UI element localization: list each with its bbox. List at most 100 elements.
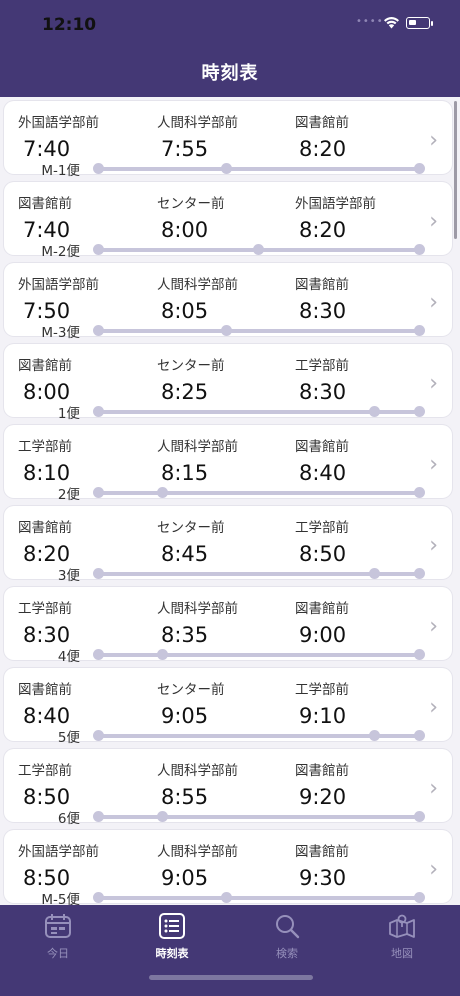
- tab-map[interactable]: 地図: [367, 913, 437, 961]
- route-progress-track: [92, 649, 425, 660]
- departure-time: 9:05: [161, 704, 209, 728]
- tab-today[interactable]: 今日: [23, 913, 93, 961]
- calendar-icon: [44, 913, 72, 939]
- departure-time: 8:30: [299, 380, 347, 404]
- trip-card[interactable]: 外国語学部前 8:50 人間科学部前 9:05 図書館前 9:30 M-5便 ›: [4, 830, 452, 905]
- trip-card[interactable]: 外国語学部前 7:40 人間科学部前 7:55 図書館前 8:20 M-1便 ›: [4, 101, 452, 179]
- chevron-right-icon: ›: [429, 533, 438, 558]
- departure-time: 8:55: [161, 785, 209, 809]
- stop-name: 外国語学部前: [18, 277, 99, 293]
- chevron-right-icon: ›: [429, 209, 438, 234]
- route-start-dot: [92, 649, 104, 660]
- trip-label: M-5便: [41, 892, 80, 905]
- status-bar: 12:10 ••••: [0, 0, 460, 52]
- route-end-dot: [413, 244, 425, 255]
- status-time: 12:10: [42, 15, 97, 35]
- stop-name: 図書館前: [295, 844, 349, 860]
- trip-label: 2便: [57, 487, 80, 503]
- stop-name: センター前: [157, 520, 225, 536]
- departure-time: 7:40: [23, 137, 71, 161]
- trip-card[interactable]: 工学部前 8:30 人間科学部前 8:35 図書館前 9:00 4便 ›: [4, 587, 452, 665]
- trip-label: M-1便: [41, 163, 80, 179]
- scroll-indicator[interactable]: [454, 101, 457, 239]
- route-end-dot: [413, 892, 425, 903]
- trip-card[interactable]: 図書館前 7:40 センター前 8:00 外国語学部前 8:20 M-2便 ›: [4, 182, 452, 260]
- departure-time: 8:35: [161, 623, 209, 647]
- route-start-dot: [92, 568, 104, 579]
- trip-card[interactable]: 工学部前 8:50 人間科学部前 8:55 図書館前 9:20 6便 ›: [4, 749, 452, 827]
- departure-time: 8:20: [23, 542, 71, 566]
- route-progress-track: [92, 244, 425, 255]
- route-end-dot: [413, 325, 425, 336]
- departure-time: 9:20: [299, 785, 347, 809]
- chevron-right-icon: ›: [429, 128, 438, 153]
- route-end-dot: [413, 649, 425, 660]
- trip-card[interactable]: 外国語学部前 7:50 人間科学部前 8:05 図書館前 8:30 M-3便 ›: [4, 263, 452, 341]
- trip-card[interactable]: 工学部前 8:10 人間科学部前 8:15 図書館前 8:40 2便 ›: [4, 425, 452, 503]
- stop-name: 図書館前: [295, 115, 349, 131]
- tab-label: 時刻表: [155, 947, 189, 960]
- stop-name: 図書館前: [295, 601, 349, 617]
- route-progress-track: [92, 487, 425, 498]
- trip-label: 1便: [57, 406, 80, 422]
- trip-card[interactable]: 図書館前 8:20 センター前 8:45 工学部前 8:50 3便 ›: [4, 506, 452, 584]
- route-progress-track: [92, 730, 425, 741]
- departure-time: 9:05: [161, 866, 209, 890]
- stop-name: 工学部前: [295, 520, 349, 536]
- tab-label: 今日: [47, 947, 69, 960]
- departure-time: 8:30: [23, 623, 71, 647]
- trip-label: M-2便: [41, 244, 80, 260]
- route-start-dot: [92, 244, 104, 255]
- route-end-dot: [413, 568, 425, 579]
- signal-icon: ••••: [356, 16, 384, 27]
- stop-name: 図書館前: [295, 277, 349, 293]
- departure-time: 8:05: [161, 299, 209, 323]
- departure-time: 8:00: [161, 218, 209, 242]
- route-middle-dot: [220, 892, 232, 903]
- trip-label: 5便: [57, 730, 80, 746]
- departure-time: 8:20: [299, 137, 347, 161]
- tab-search[interactable]: 検索: [252, 913, 322, 961]
- chevron-right-icon: ›: [429, 614, 438, 639]
- trip-card[interactable]: 図書館前 8:00 センター前 8:25 工学部前 8:30 1便 ›: [4, 344, 452, 422]
- departure-time: 8:00: [23, 380, 71, 404]
- departure-time: 8:30: [299, 299, 347, 323]
- route-middle-dot: [220, 163, 232, 174]
- stop-name: 図書館前: [18, 358, 72, 374]
- route-progress-track: [92, 406, 425, 417]
- stop-name: 工学部前: [18, 439, 72, 455]
- route-end-dot: [413, 487, 425, 498]
- stop-name: 図書館前: [18, 682, 72, 698]
- route-end-dot: [413, 730, 425, 741]
- trip-label: 4便: [57, 649, 80, 665]
- route-middle-dot: [156, 487, 168, 498]
- stop-name: 図書館前: [295, 439, 349, 455]
- chevron-right-icon: ›: [429, 452, 438, 477]
- trip-label: M-3便: [41, 325, 80, 341]
- route-start-dot: [92, 730, 104, 741]
- trip-card[interactable]: 図書館前 8:40 センター前 9:05 工学部前 9:10 5便 ›: [4, 668, 452, 746]
- stop-name: 工学部前: [295, 682, 349, 698]
- route-start-dot: [92, 406, 104, 417]
- stop-name: 図書館前: [295, 763, 349, 779]
- chevron-right-icon: ›: [429, 776, 438, 801]
- route-progress-track: [92, 811, 425, 822]
- departure-time: 8:40: [23, 704, 71, 728]
- stop-name: 外国語学部前: [295, 196, 376, 212]
- chevron-right-icon: ›: [429, 857, 438, 882]
- departure-time: 8:50: [23, 866, 71, 890]
- departure-time: 8:50: [23, 785, 71, 809]
- timetable-list[interactable]: 外国語学部前 7:40 人間科学部前 7:55 図書館前 8:20 M-1便 › 図書館前 7:4…: [0, 97, 460, 905]
- route-middle-dot: [253, 244, 264, 255]
- page-title: 時刻表: [201, 63, 259, 84]
- tab-label: 検索: [276, 947, 298, 960]
- map-icon: [388, 913, 416, 939]
- departure-time: 7:40: [23, 218, 71, 242]
- chevron-right-icon: ›: [429, 695, 438, 720]
- stop-name: 人間科学部前: [157, 115, 238, 131]
- tab-timetable[interactable]: 時刻表: [137, 913, 207, 961]
- stop-name: センター前: [157, 358, 225, 374]
- departure-time: 7:50: [23, 299, 71, 323]
- timetable-list-icon: [158, 913, 186, 939]
- stop-name: センター前: [157, 196, 225, 212]
